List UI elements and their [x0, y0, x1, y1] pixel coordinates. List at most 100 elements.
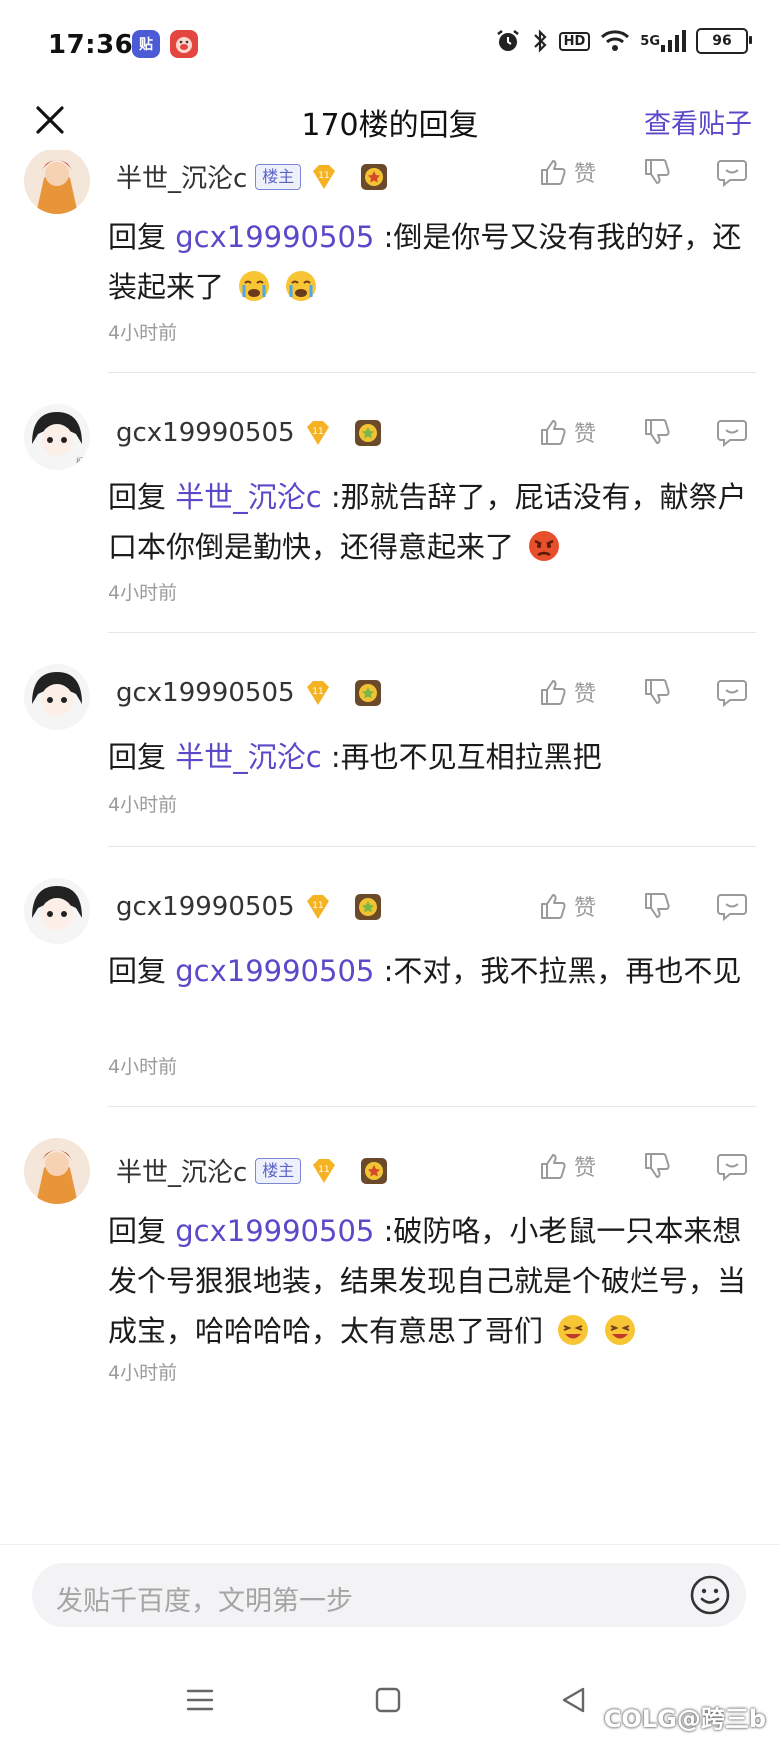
medal-icon: [359, 162, 389, 192]
timestamp: 4小时前: [108, 1056, 178, 1078]
close-button[interactable]: [28, 98, 72, 142]
reply-prefix: 回复: [108, 954, 167, 988]
username[interactable]: gcx19990505: [116, 418, 295, 448]
reply-prefix: 回复: [108, 740, 167, 774]
medal-icon: [353, 418, 383, 448]
reply-prefix: 回复: [108, 1214, 167, 1248]
avatar[interactable]: [24, 878, 90, 944]
wifi-icon: [600, 29, 630, 53]
back-triangle-icon: [562, 1687, 585, 1713]
reply-button[interactable]: [716, 417, 748, 447]
comment-icon: [717, 1154, 747, 1181]
timestamp: 4小时前: [108, 322, 178, 344]
reply-button[interactable]: [716, 677, 748, 707]
like-label: 赞: [573, 162, 596, 187]
bluetooth-icon: [531, 28, 549, 54]
divider: [108, 632, 756, 633]
owner-badge: 楼主: [255, 163, 302, 190]
thumb-down-icon: [645, 1153, 670, 1178]
5g-signal-icon: 5G: [640, 29, 686, 53]
divider: [108, 846, 756, 847]
username[interactable]: gcx19990505: [116, 892, 295, 922]
reply-feed[interactable]: 半世_沉沦c 楼主 11 赞 回复 gcx19990505 :倒是你号又没有我的…: [0, 150, 780, 1540]
reply-text: 回复 半世_沉沦c :再也不见互相拉黑把: [108, 732, 758, 782]
medal-icon: [359, 1156, 389, 1186]
like-button[interactable]: 赞: [538, 890, 596, 922]
timestamp: 4小时前: [108, 582, 178, 604]
cry-emoji-icon: [284, 268, 318, 302]
menu-nav-button[interactable]: [178, 1678, 222, 1722]
dislike-button[interactable]: [642, 891, 672, 921]
like-button[interactable]: 赞: [538, 416, 596, 448]
system-nav-bar: COLG@跨三b: [0, 1660, 780, 1744]
like-button[interactable]: 赞: [538, 156, 596, 188]
emoji-button[interactable]: [686, 1571, 734, 1619]
reply-button[interactable]: [716, 891, 748, 921]
level-number: 11: [319, 171, 330, 181]
reply-button[interactable]: [716, 157, 748, 187]
level-number: 11: [312, 687, 323, 697]
reply-text: 回复 半世_沉沦c :那就告辞了，屁话没有，献祭户口本你倒是勤快，还得意起来了: [108, 472, 758, 572]
home-square-icon: [375, 1687, 401, 1713]
dislike-button[interactable]: [642, 417, 672, 447]
reply-body: :不对，我不拉黑，再也不见: [383, 954, 742, 988]
divider: [108, 1106, 756, 1107]
hd-icon: HD: [558, 31, 591, 51]
like-label: 赞: [573, 1156, 596, 1181]
medal-icon: [353, 892, 383, 922]
home-nav-button[interactable]: [366, 1678, 410, 1722]
reply-body: :再也不见互相拉黑把: [330, 740, 602, 774]
view-post-link[interactable]: 查看贴子: [644, 102, 752, 141]
thumb-down-icon: [645, 679, 670, 704]
mention-link[interactable]: 半世_沉沦c: [175, 740, 321, 774]
thumb-down-icon: [645, 893, 670, 918]
medal-icon: [353, 678, 383, 708]
level-number: 11: [312, 427, 323, 437]
dislike-button[interactable]: [642, 157, 672, 187]
avatar[interactable]: [24, 664, 90, 730]
mention-link[interactable]: gcx19990505: [175, 954, 374, 988]
avatar[interactable]: [24, 150, 90, 214]
like-label: 赞: [573, 422, 596, 447]
level-badge-icon: 11: [303, 892, 333, 922]
comment-icon: [717, 680, 747, 707]
thumb-up-icon: [540, 420, 566, 445]
dislike-button[interactable]: [642, 1151, 672, 1181]
avatar[interactable]: [24, 1138, 90, 1204]
back-nav-button[interactable]: [552, 1678, 596, 1722]
level-number: 11: [312, 901, 323, 911]
mention-link[interactable]: gcx19990505: [175, 220, 374, 254]
reply-input-placeholder: 发贴千百度，文明第一步: [56, 1586, 353, 1617]
like-button[interactable]: 赞: [538, 676, 596, 708]
reply-prefix: 回复: [108, 480, 167, 514]
level-badge-icon: 11: [303, 678, 333, 708]
divider: [108, 372, 756, 373]
level-badge-icon: 11: [303, 418, 333, 448]
status-time: 17:36: [48, 30, 134, 60]
thumb-up-icon: [540, 1154, 566, 1179]
network-label: 5G: [640, 33, 660, 49]
mention-link[interactable]: gcx19990505: [175, 1214, 374, 1248]
username[interactable]: 半世_沉沦c: [116, 158, 247, 195]
avatar[interactable]: 栎: [24, 404, 90, 470]
angry-emoji-icon: [527, 528, 561, 562]
reply-text: 回复 gcx19990505 :倒是你号又没有我的好，还装起来了: [108, 212, 758, 312]
mention-link[interactable]: 半世_沉沦c: [175, 480, 321, 514]
level-badge-icon: 11: [309, 162, 339, 192]
composer-bar: 发贴千百度，文明第一步: [0, 1544, 780, 1633]
like-button[interactable]: 赞: [538, 1150, 596, 1182]
cry-emoji-icon: [237, 268, 271, 302]
thumb-down-icon: [645, 419, 670, 444]
username[interactable]: 半世_沉沦c: [116, 1152, 247, 1189]
username[interactable]: gcx19990505: [116, 678, 295, 708]
reply-prefix: 回复: [108, 220, 167, 254]
reply-input[interactable]: 发贴千百度，文明第一步: [32, 1563, 746, 1627]
status-bar: 17:36 贴 HD 5G 96: [0, 0, 780, 96]
timestamp: 4小时前: [108, 1362, 178, 1384]
reply-button[interactable]: [716, 1151, 748, 1181]
like-label: 赞: [573, 896, 596, 921]
smiley-icon: [690, 1575, 730, 1615]
level-badge-icon: 11: [309, 1156, 339, 1186]
dislike-button[interactable]: [642, 677, 672, 707]
comment-icon: [717, 894, 747, 921]
